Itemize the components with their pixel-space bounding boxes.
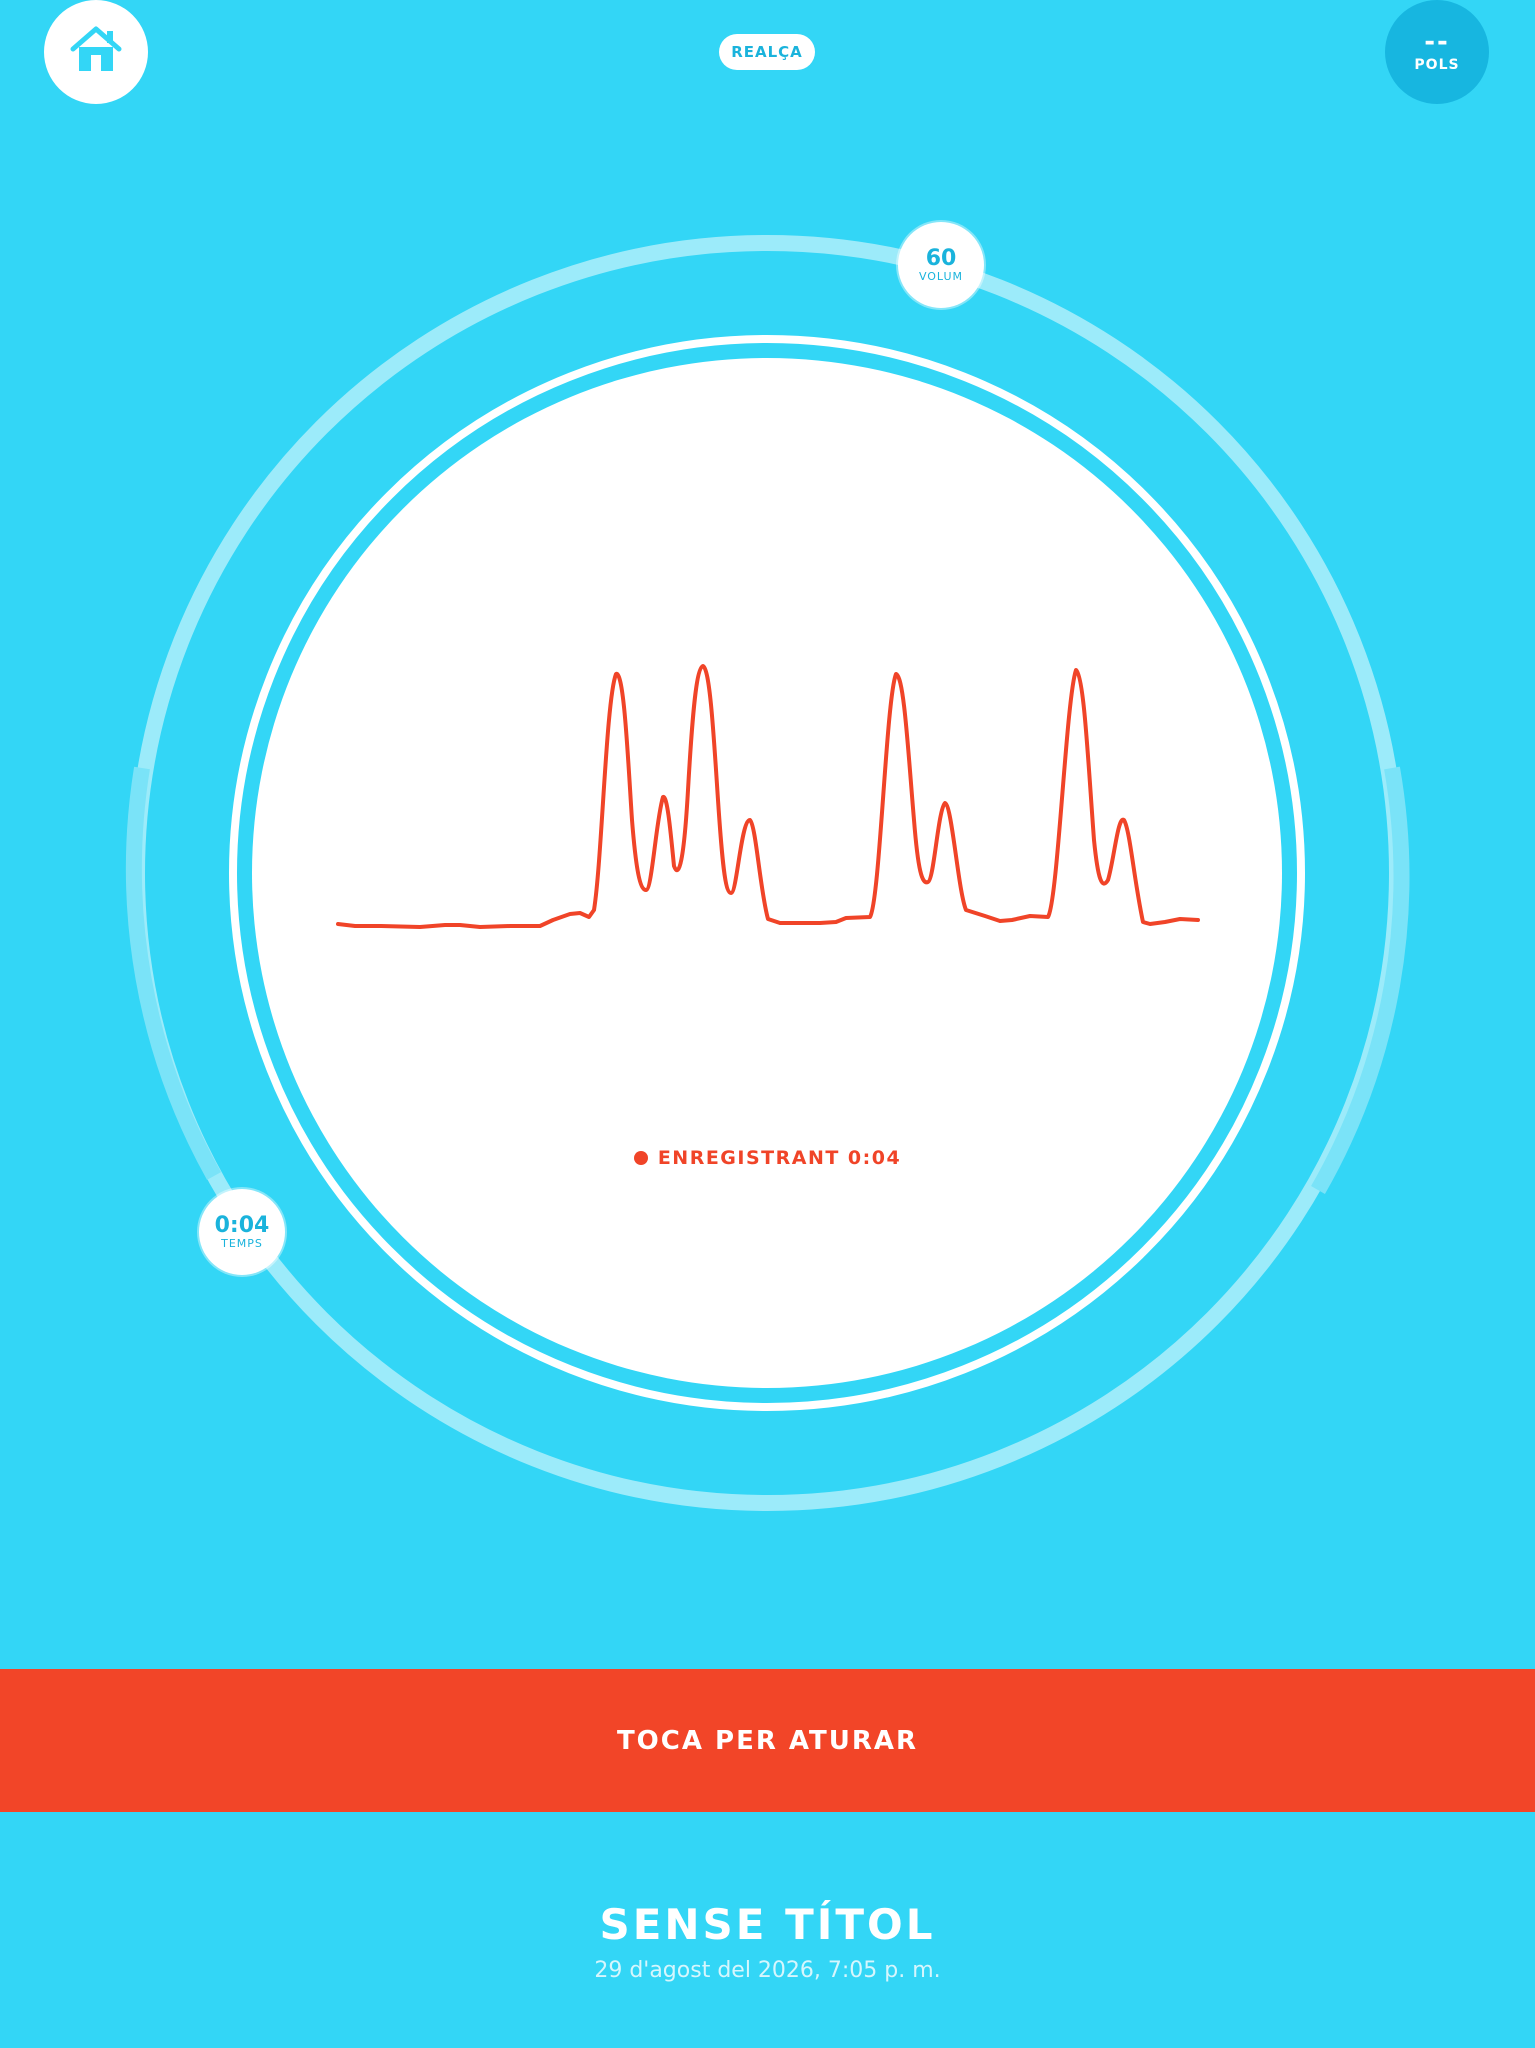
volume-value: 60: [925, 245, 957, 271]
time-label: TEMPS: [221, 1236, 263, 1250]
recording-dot-icon: [633, 1151, 648, 1165]
recording-status: ENREGISTRANT 0:04: [600, 1144, 935, 1172]
waveform-display: [252, 358, 1282, 1388]
stop-recording-button[interactable]: TOCA PER ATURAR: [0, 1669, 1535, 1812]
stop-recording-label: TOCA PER ATURAR: [616, 1725, 919, 1756]
volume-knob[interactable]: 60 VOLUM: [898, 222, 984, 308]
recording-date: 29 d'agost del 2026, 7:05 p. m.: [594, 1958, 941, 1983]
time-knob[interactable]: 0:04 TEMPS: [199, 1189, 285, 1275]
volume-label: VOLUM: [918, 269, 964, 283]
recording-title[interactable]: SENSE TÍTOL: [0, 1900, 1535, 1949]
recording-dial: [125, 235, 1410, 1511]
time-value: 0:04: [214, 1212, 270, 1238]
recording-status-text: ENREGISTRANT 0:04: [657, 1147, 902, 1169]
